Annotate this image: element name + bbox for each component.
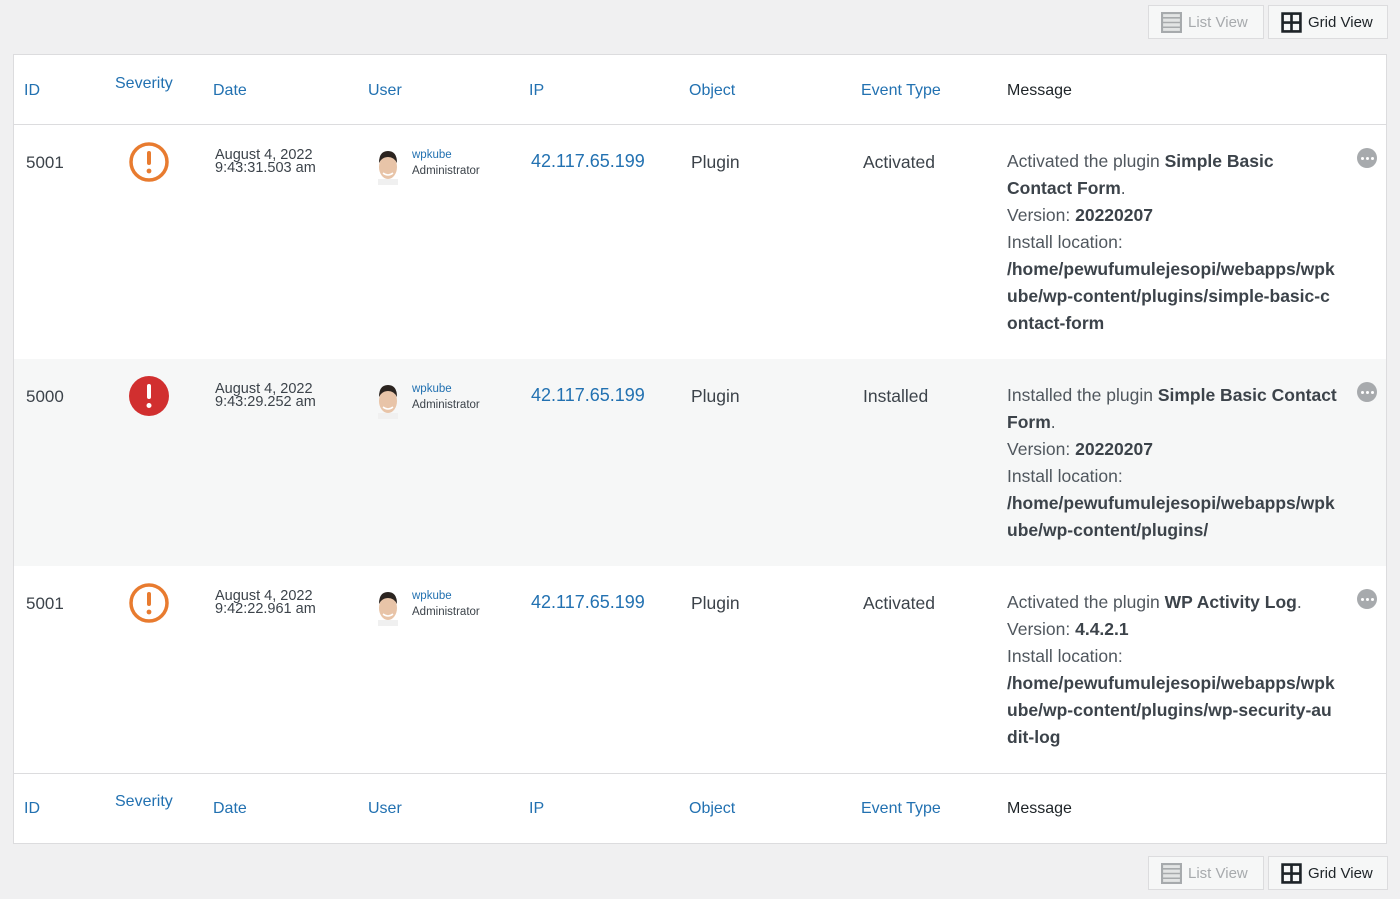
message-version-label: Version:: [1007, 619, 1076, 639]
event-id: 5001: [26, 594, 64, 613]
table-header: ID Severity Date User IP Object Event Ty…: [14, 55, 1386, 125]
grid-view-icon: [1281, 11, 1302, 33]
message-plugin-name: WP Activity Log: [1164, 592, 1297, 612]
event-type: Installed: [863, 386, 929, 406]
user-avatar: [378, 385, 398, 419]
event-type: Activated: [863, 152, 935, 172]
message-suffix: .: [1120, 178, 1126, 198]
message-suffix: .: [1296, 592, 1302, 612]
event-object: Plugin: [691, 593, 740, 613]
event-date-time: 9:42:22.961 am: [215, 601, 316, 617]
column-header-object[interactable]: Object: [689, 82, 735, 100]
message-version: 20220207: [1075, 205, 1153, 225]
event-user: wpkube Administrator: [374, 588, 480, 626]
warning-outline-icon: [129, 583, 169, 623]
event-object: Plugin: [691, 386, 740, 406]
event-user: wpkube Administrator: [374, 381, 480, 419]
table-row: 5001 August 4, 2022 9:42:22.961 am wpkub…: [14, 566, 1386, 773]
grid-view-button[interactable]: Grid View: [1268, 5, 1388, 39]
event-date: August 4, 2022 9:43:31.503 am: [215, 148, 316, 176]
event-date: August 4, 2022 9:42:22.961 am: [215, 589, 316, 617]
column-header-id[interactable]: ID: [24, 800, 40, 818]
event-user: wpkube Administrator: [374, 147, 480, 185]
user-avatar: [378, 592, 398, 626]
column-header-event-type[interactable]: Event Type: [861, 82, 941, 100]
more-options-button[interactable]: [1357, 382, 1377, 402]
column-header-user[interactable]: User: [368, 800, 402, 818]
more-options-button[interactable]: [1357, 589, 1377, 609]
table-row: 5001 August 4, 2022 9:43:31.503 am wpkub…: [14, 125, 1386, 359]
event-date: August 4, 2022 9:43:29.252 am: [215, 382, 316, 410]
grid-view-button[interactable]: Grid View: [1268, 856, 1388, 890]
user-avatar: [378, 151, 398, 185]
user-role: Administrator: [412, 399, 480, 411]
list-view-label: List View: [1188, 864, 1248, 882]
user-role: Administrator: [412, 165, 480, 177]
column-header-severity[interactable]: Severity: [115, 793, 173, 811]
event-id: 5001: [26, 153, 64, 172]
column-header-ip[interactable]: IP: [529, 82, 544, 100]
ip-address-link[interactable]: 42.117.65.199: [531, 385, 645, 406]
view-switch-bottom: List View Grid View: [1148, 856, 1388, 890]
grid-view-label: Grid View: [1308, 864, 1373, 882]
ip-address-link[interactable]: 42.117.65.199: [531, 592, 645, 613]
message-location-label: Install location:: [1007, 646, 1123, 666]
message-version: 4.4.2.1: [1075, 619, 1129, 639]
list-view-icon: [1161, 862, 1182, 884]
column-header-severity[interactable]: Severity: [115, 75, 173, 93]
column-header-event-type[interactable]: Event Type: [861, 800, 941, 818]
event-message: Activated the plugin Simple Basic Contac…: [1007, 148, 1337, 337]
list-view-icon: [1161, 11, 1182, 33]
list-view-button[interactable]: List View: [1148, 5, 1264, 39]
event-date-time: 9:43:29.252 am: [215, 394, 316, 410]
column-header-date[interactable]: Date: [213, 800, 247, 818]
message-version: 20220207: [1075, 439, 1153, 459]
column-header-ip[interactable]: IP: [529, 800, 544, 818]
event-message: Installed the plugin Simple Basic Contac…: [1007, 382, 1337, 544]
warning-outline-icon: [129, 142, 169, 182]
message-prefix: Activated the plugin: [1007, 151, 1165, 171]
column-header-message: Message: [1007, 800, 1072, 817]
event-date-time: 9:43:31.503 am: [215, 160, 316, 176]
message-prefix: Activated the plugin: [1007, 592, 1165, 612]
ip-address-link[interactable]: 42.117.65.199: [531, 151, 645, 172]
column-header-date[interactable]: Date: [213, 82, 247, 100]
activity-log-table: ID Severity Date User IP Object Event Ty…: [13, 54, 1387, 844]
grid-view-label: Grid View: [1308, 13, 1373, 31]
message-version-label: Version:: [1007, 205, 1076, 225]
message-location: /home/pewufumulejesopi/webapps/wpkube/wp…: [1007, 673, 1335, 747]
list-view-button[interactable]: List View: [1148, 856, 1264, 890]
user-name-link[interactable]: wpkube: [412, 590, 480, 602]
event-message: Activated the plugin WP Activity Log. Ve…: [1007, 589, 1337, 751]
user-name-link[interactable]: wpkube: [412, 383, 480, 395]
message-location: /home/pewufumulejesopi/webapps/wpkube/wp…: [1007, 259, 1335, 333]
column-header-id[interactable]: ID: [24, 82, 40, 100]
warning-filled-icon: [129, 376, 169, 416]
list-view-label: List View: [1188, 13, 1248, 31]
message-suffix: .: [1050, 412, 1056, 432]
view-switch-top: List View Grid View: [1148, 5, 1388, 39]
more-options-button[interactable]: [1357, 148, 1377, 168]
event-object: Plugin: [691, 152, 740, 172]
event-id: 5000: [26, 387, 64, 406]
message-prefix: Installed the plugin: [1007, 385, 1158, 405]
message-version-label: Version:: [1007, 439, 1076, 459]
table-row: 5000 August 4, 2022 9:43:29.252 am wpkub…: [14, 359, 1386, 566]
table-footer: ID Severity Date User IP Object Event Ty…: [14, 773, 1386, 843]
column-header-user[interactable]: User: [368, 82, 402, 100]
message-location-label: Install location:: [1007, 466, 1123, 486]
message-location-label: Install location:: [1007, 232, 1123, 252]
message-location: /home/pewufumulejesopi/webapps/wpkube/wp…: [1007, 493, 1335, 540]
column-header-object[interactable]: Object: [689, 800, 735, 818]
user-role: Administrator: [412, 606, 480, 618]
user-name-link[interactable]: wpkube: [412, 149, 480, 161]
grid-view-icon: [1281, 862, 1302, 884]
column-header-message: Message: [1007, 82, 1072, 99]
event-type: Activated: [863, 593, 935, 613]
